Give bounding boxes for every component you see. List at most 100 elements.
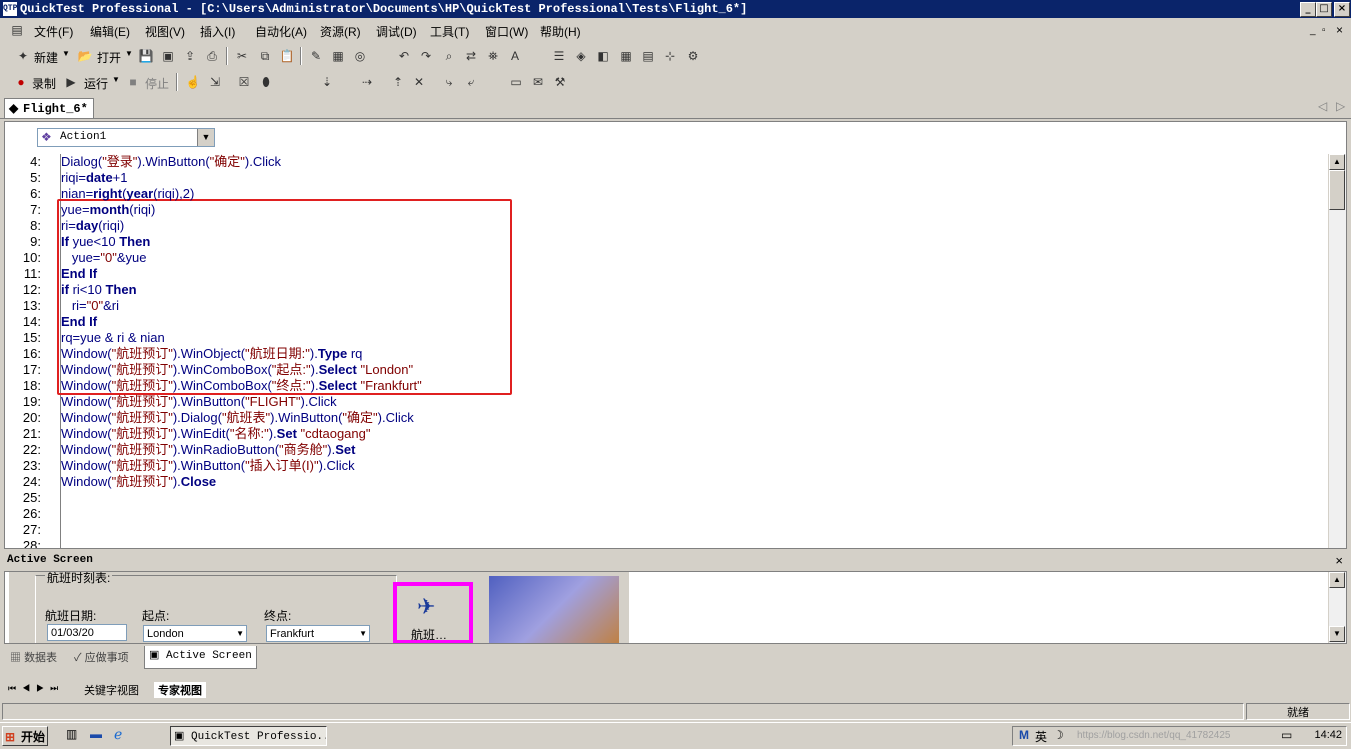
block-icon[interactable]: ▦ (329, 47, 347, 65)
new-dropdown-icon[interactable]: ▼ (62, 49, 70, 58)
start-button[interactable]: ⊞ 开始 (2, 726, 48, 746)
menu-automation[interactable]: 自动化(A) (255, 23, 307, 40)
watermark: https://blog.csdn.net/qq_41782425 (1077, 730, 1231, 741)
taskbar-qtp[interactable]: ▣ QuickTest Professio... (170, 726, 327, 746)
new-icon[interactable]: ✦ (14, 47, 32, 65)
maximize-button[interactable]: □ (1316, 2, 1332, 17)
redo-icon[interactable]: ↷ (417, 47, 435, 65)
check-icon[interactable]: ◎ (351, 47, 369, 65)
undo-icon[interactable]: ↶ (395, 47, 413, 65)
analog-icon[interactable]: ☝ (184, 73, 202, 91)
resources-icon[interactable]: ◧ (594, 47, 612, 65)
object-repo-icon[interactable]: ☰ (550, 47, 568, 65)
editor-scrollbar[interactable]: ▲ (1328, 154, 1346, 548)
step-over-icon[interactable]: ⇢ (358, 73, 376, 91)
tab-flight-6[interactable]: ◆ Flight_6* (4, 98, 94, 118)
run-icon[interactable]: ▶ (62, 73, 80, 91)
report-icon[interactable]: ✉ (529, 73, 547, 91)
open-icon[interactable]: 📂 (76, 47, 94, 65)
replace-icon[interactable]: ⇄ (462, 47, 480, 65)
mdi-close-icon[interactable]: × (1336, 23, 1343, 37)
tab-expert-view[interactable]: 专家视图 (154, 682, 206, 698)
scroll-thumb[interactable] (1329, 170, 1345, 210)
save-icon[interactable]: 💾 (137, 47, 155, 65)
tab-active-screen[interactable]: ▣ Active Screen (144, 646, 257, 669)
stop-button[interactable]: 停止 (145, 75, 169, 92)
table-icon[interactable]: ▦ (617, 47, 635, 65)
tab-todo[interactable]: ✓ 应做事项 (74, 648, 129, 668)
tab-nav-icons[interactable]: ⏮◀▶⏭ (8, 683, 64, 694)
menu-window[interactable]: 窗口(W) (485, 23, 528, 40)
menu-debug[interactable]: 调试(D) (376, 23, 417, 40)
tab-scroll-right-icon[interactable]: ▷ (1336, 99, 1345, 113)
menu-file[interactable]: 文件(F) (34, 23, 73, 40)
tree-icon[interactable]: ⊹ (661, 47, 679, 65)
close-icon[interactable]: × (1335, 553, 1343, 568)
scroll-up-icon[interactable]: ▲ (1329, 154, 1345, 170)
record-icon[interactable]: ● (12, 73, 30, 91)
network-icon[interactable]: ▭ (1281, 728, 1292, 742)
language-icon[interactable]: 英 (1035, 728, 1047, 745)
breakpoint-icon[interactable]: ✕ (410, 73, 428, 91)
insert-step-icon[interactable]: ⤷ (440, 73, 458, 91)
binoculars-icon[interactable]: ⛯ (484, 47, 502, 65)
low-level-icon[interactable]: ⇲ (206, 73, 224, 91)
scroll-down-icon[interactable]: ▼ (1329, 626, 1345, 642)
run-button[interactable]: 运行 (84, 75, 108, 92)
stop-icon[interactable]: ■ (124, 73, 142, 91)
open-dropdown-icon[interactable]: ▼ (125, 49, 133, 58)
from-combo[interactable]: London ▼ (143, 625, 247, 642)
export-icon[interactable]: ⇪ (181, 47, 199, 65)
options-icon[interactable]: ⚙ (684, 47, 702, 65)
browser-icon[interactable]: ℯ (114, 726, 122, 743)
input-method-icon[interactable]: M (1019, 728, 1029, 742)
active-screen-scrollbar[interactable]: ▲ ▼ (1328, 572, 1346, 643)
chevron-down-icon[interactable]: ▼ (359, 626, 367, 642)
menu-resources[interactable]: 资源(R) (320, 23, 361, 40)
chevron-down-icon[interactable]: ▼ (236, 626, 244, 642)
cut-icon[interactable]: ✂ (233, 47, 251, 65)
object-spy-icon[interactable]: ◈ (572, 47, 590, 65)
output-icon[interactable]: ⬮ (257, 73, 275, 91)
menu-help[interactable]: 帮助(H) (540, 23, 581, 40)
font-icon[interactable]: A (506, 47, 524, 65)
step-into-icon[interactable]: ⇣ (318, 73, 336, 91)
menu-view[interactable]: 视图(V) (145, 23, 185, 40)
scroll-up-icon[interactable]: ▲ (1329, 572, 1345, 588)
desktop-icon[interactable]: ▬ (90, 727, 102, 741)
step-out-icon[interactable]: ⇡ (389, 73, 407, 91)
action-selector[interactable]: ❖ Action1 ▼ (37, 128, 215, 147)
date-field[interactable]: 01/03/20 (47, 624, 127, 641)
server-icon[interactable]: ▥ (66, 727, 77, 741)
record-button[interactable]: 录制 (32, 75, 56, 92)
new-button[interactable]: 新建 (34, 49, 58, 66)
remove-step-icon[interactable]: ⤶ (462, 73, 480, 91)
moon-icon[interactable]: ☽ (1053, 728, 1064, 742)
results-icon[interactable]: ▭ (507, 73, 525, 91)
code-area[interactable]: 4: Dialog("登录").WinButton("确定").Click 5: ri… (5, 154, 1328, 548)
checkpoint-icon[interactable]: ☒ (235, 73, 253, 91)
paste-icon[interactable]: 📋 (278, 47, 296, 65)
tab-data-table[interactable]: ▦ 数据表 (10, 648, 57, 668)
print-icon[interactable]: ⎙ (203, 47, 221, 65)
flight-button[interactable]: ✈ 航班… (393, 582, 473, 643)
minimize-button[interactable]: _ (1300, 2, 1316, 17)
menu-edit[interactable]: 编辑(E) (90, 23, 130, 40)
save-all-icon[interactable]: ▣ (159, 47, 177, 65)
tab-scroll-left-icon[interactable]: ◁ (1318, 99, 1327, 113)
to-combo[interactable]: Frankfurt ▼ (266, 625, 370, 642)
copy-icon[interactable]: ⧉ (256, 47, 274, 65)
view-icon[interactable]: ▤ (639, 47, 657, 65)
mdi-restore-icon[interactable]: ▫ (1322, 25, 1326, 36)
tab-keyword-view[interactable]: 关键字视图 (84, 682, 139, 698)
mdi-minimize-icon[interactable]: _ (1310, 25, 1316, 36)
close-button[interactable]: × (1334, 2, 1350, 17)
open-button[interactable]: 打开 (97, 49, 121, 66)
run-dropdown-icon[interactable]: ▼ (112, 75, 120, 84)
menu-tools[interactable]: 工具(T) (430, 23, 469, 40)
menu-insert[interactable]: 插入(I) (200, 23, 235, 40)
comment-icon[interactable]: ✎ (307, 47, 325, 65)
settings-icon[interactable]: ⚒ (551, 73, 569, 91)
find-icon[interactable]: ⌕ (440, 47, 458, 65)
chevron-down-icon[interactable]: ▼ (197, 129, 214, 146)
